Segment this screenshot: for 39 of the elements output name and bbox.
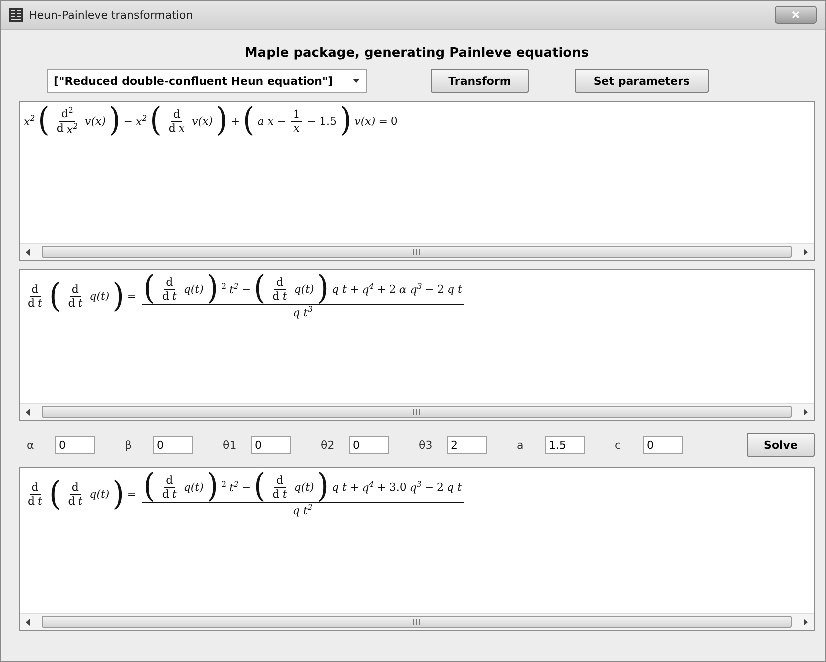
- left-arrow-icon[interactable]: [26, 618, 30, 626]
- parameter-field[interactable]: 0: [643, 436, 683, 454]
- left-arrow-icon[interactable]: [26, 408, 30, 416]
- parameter-field[interactable]: 0: [55, 436, 95, 454]
- parameter-field[interactable]: 0: [153, 436, 193, 454]
- scrollbar-thumb[interactable]: [42, 246, 792, 258]
- parameter-field[interactable]: 0: [349, 436, 389, 454]
- parameter-field[interactable]: 0: [251, 436, 291, 454]
- parameter-label: θ1: [222, 438, 238, 452]
- grip-icon: [412, 409, 422, 415]
- window-title: Heun-Painleve transformation: [29, 8, 194, 22]
- solve-button[interactable]: Solve: [747, 433, 815, 457]
- close-button[interactable]: [775, 6, 817, 24]
- scrollbar-thumb[interactable]: [42, 616, 792, 628]
- right-arrow-icon[interactable]: [804, 248, 808, 256]
- grip-icon: [412, 249, 422, 255]
- parameter-label: a: [516, 438, 525, 452]
- horizontal-scrollbar[interactable]: [20, 403, 814, 420]
- parameter-field[interactable]: 1.5: [545, 436, 585, 454]
- parameter-label: α: [26, 438, 36, 452]
- right-arrow-icon[interactable]: [804, 408, 808, 416]
- parameter-field[interactable]: 2: [447, 436, 487, 454]
- app-icon: [9, 8, 23, 22]
- dropdown-arrow-icon: [353, 79, 360, 83]
- parameter-label: θ2: [320, 438, 336, 452]
- equation-dropdown[interactable]: ["Reduced double-confluent Heun equation"]: [47, 69, 367, 93]
- right-arrow-icon[interactable]: [804, 618, 808, 626]
- scrollbar-thumb[interactable]: [42, 406, 792, 418]
- grip-icon: [412, 619, 422, 625]
- horizontal-scrollbar[interactable]: [20, 613, 814, 630]
- horizontal-scrollbar[interactable]: [20, 243, 814, 260]
- parameter-label: β: [124, 438, 134, 452]
- heading: Maple package, generating Painleve equations: [244, 46, 590, 61]
- transform-button[interactable]: Transform: [431, 69, 529, 93]
- close-icon: [792, 11, 800, 19]
- left-arrow-icon[interactable]: [26, 248, 30, 256]
- parameter-label: θ3: [418, 438, 434, 452]
- parameter-label: c: [614, 438, 622, 452]
- set-parameters-button[interactable]: Set parameters: [575, 69, 709, 93]
